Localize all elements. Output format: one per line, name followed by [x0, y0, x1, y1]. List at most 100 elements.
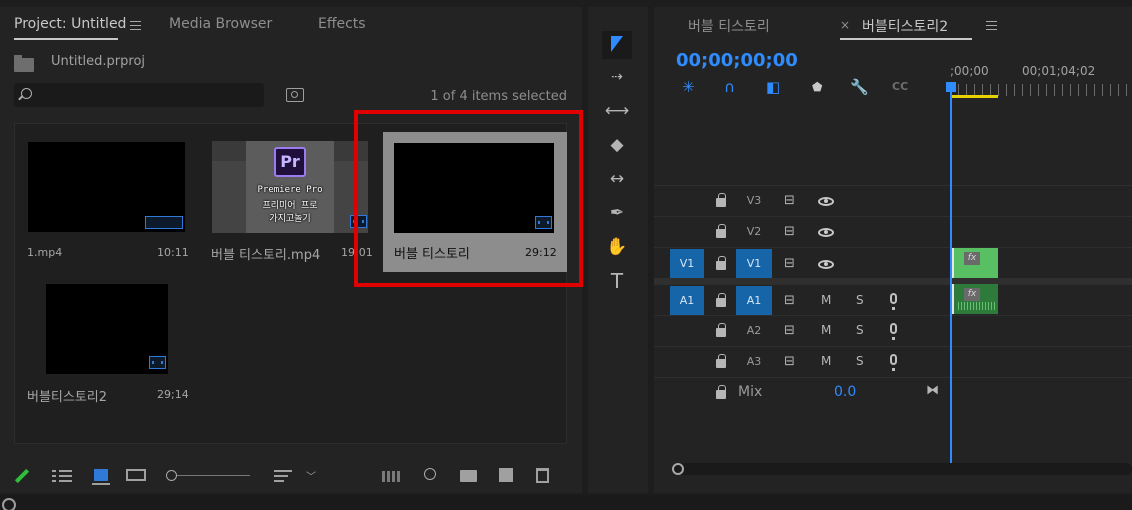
lock-icon[interactable] [716, 354, 726, 368]
sequence-badge-icon [149, 356, 166, 369]
ripple-edit-tool-icon[interactable]: ⟷ [602, 97, 632, 125]
ruler-timecode: 00;01;04;02 [1022, 64, 1096, 78]
trash-icon[interactable] [536, 468, 549, 483]
linked-selection-icon[interactable]: ◧ [766, 77, 780, 97]
track-label-a2[interactable]: A2 [736, 316, 772, 346]
hand-tool-icon[interactable]: ✋ [602, 233, 632, 261]
playhead-timecode[interactable]: 00;00;00;00 [676, 50, 798, 71]
sync-lock-icon[interactable]: ⊟ [784, 193, 795, 208]
lock-icon[interactable] [716, 323, 726, 337]
premiere-logo-icon: Pr [274, 147, 306, 177]
tab-effects[interactable]: Effects [318, 16, 366, 32]
sort-icons-icon[interactable] [274, 470, 292, 482]
scrollbar-zoom-handle[interactable] [672, 463, 684, 475]
eye-icon[interactable] [818, 260, 834, 269]
source-patch-v1[interactable]: V1 [670, 249, 704, 279]
lock-icon[interactable] [716, 193, 726, 207]
clip-name: 1.mp4 [27, 246, 63, 259]
project-search-input[interactable] [14, 83, 264, 107]
solo-button[interactable]: S [856, 293, 864, 307]
timeline-video-clip[interactable]: fx [952, 248, 998, 278]
search-icon [21, 88, 32, 99]
mix-volume-value[interactable]: 0.0 [834, 384, 856, 400]
lock-icon[interactable] [716, 293, 726, 307]
work-area-bar[interactable] [952, 95, 998, 98]
close-icon[interactable]: × [840, 18, 850, 32]
panel-menu-icon[interactable] [986, 21, 997, 30]
timeline-audio-clip[interactable]: fx [952, 284, 998, 314]
tab-project-underline [14, 38, 118, 40]
audio-video-badge-icon [145, 216, 183, 229]
wrench-settings-icon[interactable]: 🔧 [850, 77, 869, 97]
track-select-forward-tool-icon[interactable]: ⇢ [602, 63, 632, 91]
solo-button[interactable]: S [856, 354, 864, 368]
tab-project[interactable]: Project: Untitled [14, 16, 126, 32]
freeform-view-icon[interactable] [126, 469, 146, 481]
tab-sequence-bubble2[interactable]: 버블티스토리2 [862, 16, 948, 36]
lock-icon[interactable] [716, 256, 726, 270]
source-patch-a1[interactable]: A1 [670, 286, 704, 316]
eye-icon[interactable] [818, 197, 834, 206]
status-indicator-icon[interactable] [2, 498, 16, 510]
playhead-handle[interactable] [946, 82, 956, 92]
automate-to-sequence-icon[interactable] [382, 471, 402, 482]
sync-lock-icon[interactable]: ⊟ [784, 224, 795, 239]
sync-lock-icon[interactable]: ⊟ [784, 354, 795, 369]
tab-media-browser[interactable]: Media Browser [169, 16, 272, 32]
selection-status: 1 of 4 items selected [430, 89, 567, 104]
clip-name: 버블 티스토리.mp4 [211, 248, 321, 263]
snap-magnet-icon[interactable]: ∩ [724, 77, 735, 97]
sync-lock-icon[interactable]: ⊟ [784, 293, 795, 308]
go-to-in-out-icon[interactable]: ⧓ [926, 383, 939, 398]
chevron-down-icon[interactable]: ﹀ [306, 468, 316, 483]
track-label-v2[interactable]: V2 [736, 217, 772, 247]
thumb-text-line: Premiere Pro [257, 185, 323, 195]
track-row-v3: V3 ⊟ [654, 185, 1132, 216]
track-label-v1[interactable]: V1 [736, 249, 772, 279]
sync-lock-icon[interactable]: ⊟ [784, 256, 795, 271]
new-search-bin-icon[interactable] [286, 88, 304, 102]
track-row-a1: A1 A1 ⊟ M S [654, 284, 1132, 316]
lock-icon[interactable] [716, 224, 726, 238]
zoom-slider-knob[interactable] [166, 470, 177, 481]
mute-button[interactable]: M [821, 293, 831, 307]
panel-menu-icon[interactable] [130, 21, 141, 30]
project-panel: Project: Untitled Media Browser Effects … [0, 7, 583, 493]
microphone-icon[interactable] [890, 354, 897, 371]
track-label-v3[interactable]: V3 [736, 186, 772, 216]
mute-button[interactable]: M [821, 323, 831, 337]
new-item-icon[interactable] [499, 468, 513, 482]
icon-view-icon[interactable] [92, 469, 110, 485]
list-view-icon[interactable] [52, 469, 72, 483]
clip-item-bubble2-sequence[interactable]: 버블티스토리2 29;14 [15, 266, 199, 408]
type-tool-icon[interactable]: T [602, 267, 632, 295]
tab-sequence-bubble[interactable]: 버블 티스토리 [688, 16, 770, 36]
new-bin-folder-icon[interactable] [460, 470, 477, 482]
razor-tool-icon[interactable]: ◆ [602, 131, 632, 159]
track-label-a3[interactable]: A3 [736, 347, 772, 377]
microphone-icon[interactable] [890, 323, 897, 340]
mix-track-label: Mix [738, 384, 763, 400]
mute-button[interactable]: M [821, 354, 831, 368]
pen-tool-icon[interactable]: ✒ [602, 199, 632, 227]
track-label-a1[interactable]: A1 [736, 286, 772, 316]
thumbnail-zoom-slider[interactable] [166, 470, 250, 482]
captions-icon[interactable]: CC [892, 77, 908, 97]
eye-icon[interactable] [818, 228, 834, 237]
sync-lock-icon[interactable]: ⊟ [784, 323, 795, 338]
find-icon[interactable] [424, 468, 436, 480]
selection-tool-icon[interactable] [602, 31, 632, 59]
solo-button[interactable]: S [856, 323, 864, 337]
timeline-horizontal-scrollbar[interactable] [672, 463, 1132, 475]
track-row-mix [654, 377, 1132, 408]
lock-icon[interactable] [716, 385, 726, 399]
write-protect-pencil-icon[interactable] [14, 468, 30, 484]
clip-item-1mp4[interactable]: 1.mp4 10:11 [15, 124, 199, 266]
add-marker-icon[interactable]: ⬟ [812, 77, 822, 97]
nest-toggle-icon[interactable]: ✳ [682, 77, 695, 97]
project-filename: Untitled.prproj [51, 54, 146, 69]
playhead-line[interactable] [950, 87, 952, 463]
slip-tool-icon[interactable]: ↔ [602, 165, 632, 193]
fx-badge-icon: fx [964, 288, 980, 301]
microphone-icon[interactable] [890, 293, 897, 310]
